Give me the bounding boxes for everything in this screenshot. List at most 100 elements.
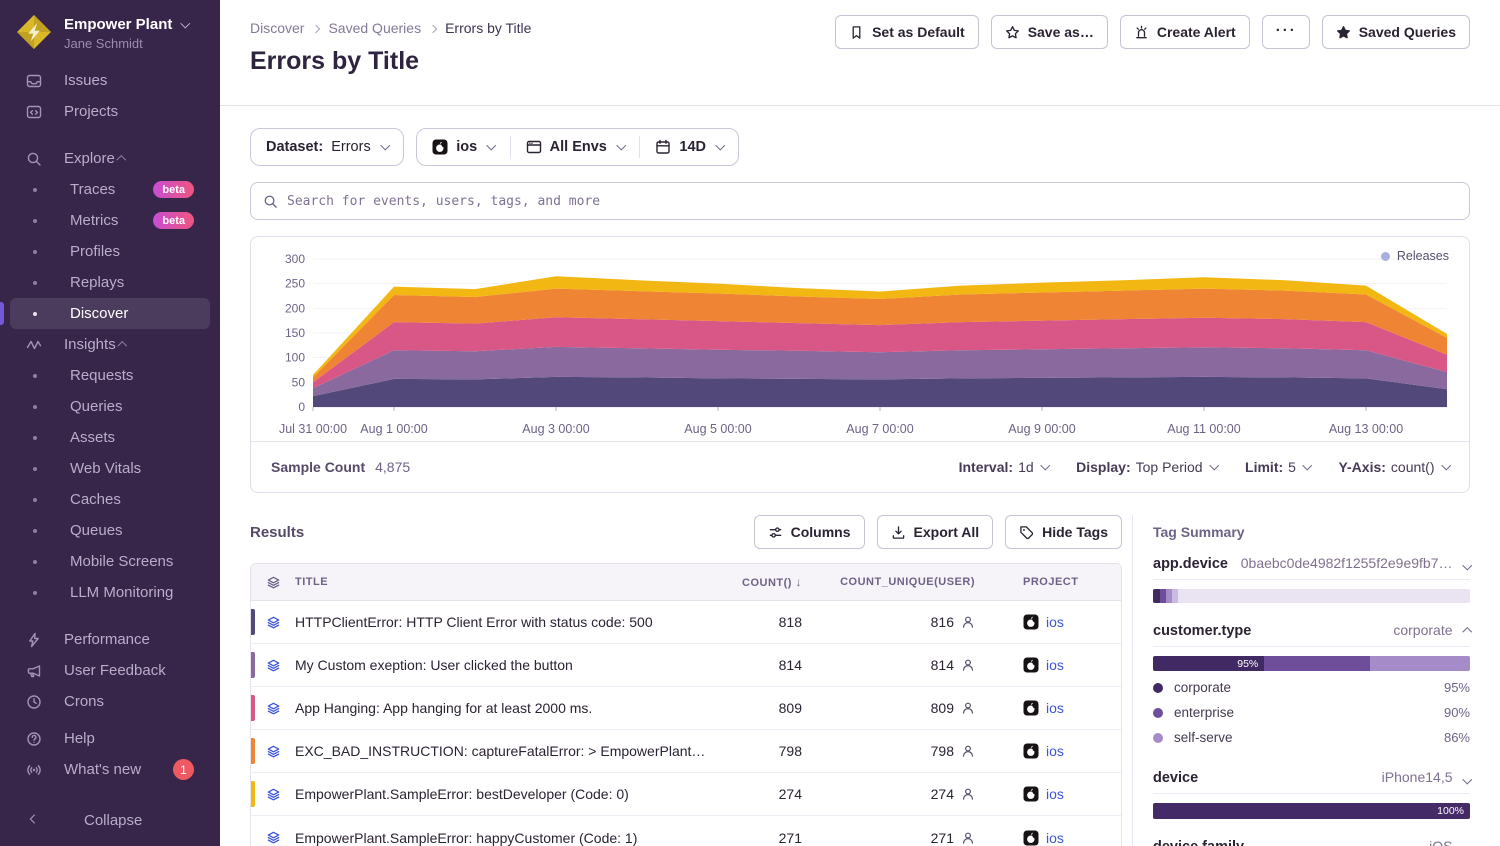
filter-ios[interactable]: ios <box>417 129 509 165</box>
filter-all-envs[interactable]: All Envs <box>511 129 640 165</box>
project-link[interactable]: ios <box>1046 657 1064 673</box>
row-title[interactable]: EmpowerPlant.SampleError: happyCustomer … <box>295 830 716 846</box>
project-link[interactable]: ios <box>1046 614 1064 630</box>
columns-button[interactable]: Columns <box>754 515 865 549</box>
button-label: Hide Tags <box>1042 524 1108 540</box>
chevron-left-icon <box>26 812 62 830</box>
sidebar-item-assets[interactable]: Assets <box>10 422 210 453</box>
org-switcher[interactable]: Empower Plant Jane Schmidt <box>0 0 220 65</box>
row-title[interactable]: EmpowerPlant.SampleError: bestDeveloper … <box>295 786 716 802</box>
row-title[interactable]: HTTPClientError: HTTP Client Error with … <box>295 614 716 630</box>
person-icon <box>961 787 975 801</box>
sidebar-collapse[interactable]: Collapse <box>10 805 210 836</box>
app-root: Empower Plant Jane Schmidt IssuesProject… <box>0 0 1500 846</box>
sidebar-item-explore[interactable]: Explore <box>10 143 210 174</box>
control-display[interactable]: Display:Top Period <box>1076 459 1217 475</box>
sidebar-item-crons[interactable]: Crons <box>10 686 210 717</box>
sidebar-item-requests[interactable]: Requests <box>10 360 210 391</box>
control-label: Limit: <box>1245 459 1283 475</box>
sidebar-item-discover[interactable]: Discover <box>10 298 210 329</box>
sidebar-item-mobile-screens[interactable]: Mobile Screens <box>10 546 210 577</box>
sidebar-item-insights[interactable]: Insights <box>10 329 210 360</box>
tag-header[interactable]: device.familyiOS <box>1153 838 1470 846</box>
row-count-unique: 816 <box>816 614 1001 630</box>
stack-icon[interactable] <box>251 787 295 802</box>
sidebar-item-queues[interactable]: Queues <box>10 515 210 546</box>
control-interval[interactable]: Interval:1d <box>959 459 1049 475</box>
control-yaxis[interactable]: Y-Axis:count() <box>1338 459 1449 475</box>
sidebar-item-label: Web Vitals <box>70 460 141 477</box>
stack-icon[interactable] <box>251 830 295 845</box>
hide-tags-button[interactable]: Hide Tags <box>1005 515 1122 549</box>
project-link[interactable]: ios <box>1046 786 1064 802</box>
export-all-button[interactable]: Export All <box>877 515 994 549</box>
sidebar-item-caches[interactable]: Caches <box>10 484 210 515</box>
stack-icon[interactable] <box>251 701 295 716</box>
sidebar-item-replays[interactable]: Replays <box>10 267 210 298</box>
stack-icon[interactable] <box>251 744 295 759</box>
tag-distribution-bar[interactable] <box>1153 589 1470 603</box>
bookmark-icon <box>849 25 864 40</box>
megaphone-icon <box>26 663 42 679</box>
row-count-unique: 814 <box>816 657 1001 673</box>
results-title: Results <box>250 524 304 541</box>
project-link[interactable]: ios <box>1046 700 1064 716</box>
filter-label: ios <box>456 139 477 155</box>
sidebar-item-performance[interactable]: Performance <box>10 624 210 655</box>
column-project[interactable]: PROJECT <box>1001 576 1121 588</box>
sidebar-item-label: Assets <box>70 429 115 446</box>
tag-value: 0baebc0de4982f1255f2e9e9fb7… <box>1241 555 1453 571</box>
stack-icon[interactable] <box>251 658 295 673</box>
column-count-unique-user[interactable]: COUNT_UNIQUE(USER) <box>816 576 1001 588</box>
create-alert-button[interactable]: Create Alert <box>1120 15 1250 49</box>
saved-queries-button[interactable]: Saved Queries <box>1322 15 1470 49</box>
sidebar-item-traces[interactable]: Tracesbeta <box>10 174 210 205</box>
filter-label: 14D <box>679 139 706 155</box>
org-user: Jane Schmidt <box>64 36 189 51</box>
person-icon <box>961 744 975 758</box>
sidebar-item-what-s-new[interactable]: What's new1 <box>10 754 210 785</box>
sidebar-item-projects[interactable]: Projects <box>10 96 210 127</box>
breadcrumb-item[interactable]: Saved Queries <box>328 20 421 36</box>
tag-distribution-bar[interactable]: 95% <box>1153 656 1470 671</box>
sidebar-item-llm-monitoring[interactable]: LLM Monitoring <box>10 577 210 608</box>
row-title[interactable]: EXC_BAD_INSTRUCTION: captureFatalError: … <box>295 743 716 759</box>
beta-badge: beta <box>153 181 194 198</box>
tag-header[interactable]: app.device 0baebc0de4982f1255f2e9e9fb7… <box>1153 555 1470 580</box>
sidebar-item-queries[interactable]: Queries <box>10 391 210 422</box>
breadcrumb-item[interactable]: Discover <box>250 20 304 36</box>
search-input[interactable] <box>287 194 1457 209</box>
tag-distribution-bar[interactable]: 100% <box>1153 803 1470 819</box>
stack-icon[interactable] <box>251 615 295 630</box>
control-limit[interactable]: Limit:5 <box>1245 459 1310 475</box>
sidebar-item-help[interactable]: Help <box>10 723 210 754</box>
tag-name: app.device <box>1153 556 1228 572</box>
set-as-default-button[interactable]: Set as Default <box>835 15 979 49</box>
project-link[interactable]: ios <box>1046 743 1064 759</box>
sidebar-item-web-vitals[interactable]: Web Vitals <box>10 453 210 484</box>
series-color-bar <box>251 652 255 678</box>
sidebar-item-profiles[interactable]: Profiles <box>10 236 210 267</box>
dataset-selector[interactable]: Dataset: Errors <box>250 128 404 166</box>
chevron-down-icon <box>1040 461 1049 470</box>
column-title[interactable]: TITLE <box>295 576 716 588</box>
tag-header[interactable]: customer.typecorporate <box>1153 622 1470 647</box>
more-options-button[interactable]: ··· <box>1262 15 1310 49</box>
project-link[interactable]: ios <box>1046 830 1064 846</box>
sidebar-item-label: Crons <box>64 693 104 710</box>
series-color-bar <box>251 695 255 721</box>
tag-legend-row[interactable]: corporate95% <box>1153 675 1470 700</box>
tag-header[interactable]: deviceiPhone14,5 <box>1153 769 1470 794</box>
tag-legend-row[interactable]: enterprise90% <box>1153 700 1470 725</box>
column-count[interactable]: COUNT() ↓ <box>716 575 816 589</box>
filter-14d[interactable]: 14D <box>640 129 738 165</box>
button-label: Create Alert <box>1157 24 1236 40</box>
row-title[interactable]: App Hanging: App hanging for at least 20… <box>295 700 716 716</box>
sidebar-item-metrics[interactable]: Metricsbeta <box>10 205 210 236</box>
sidebar-item-user-feedback[interactable]: User Feedback <box>10 655 210 686</box>
releases-legend[interactable]: Releases <box>1381 249 1449 263</box>
sidebar-item-issues[interactable]: Issues <box>10 65 210 96</box>
save-as--button[interactable]: Save as… <box>991 15 1108 49</box>
tag-legend-row[interactable]: self-serve86% <box>1153 725 1470 750</box>
row-title[interactable]: My Custom exeption: User clicked the but… <box>295 657 716 673</box>
